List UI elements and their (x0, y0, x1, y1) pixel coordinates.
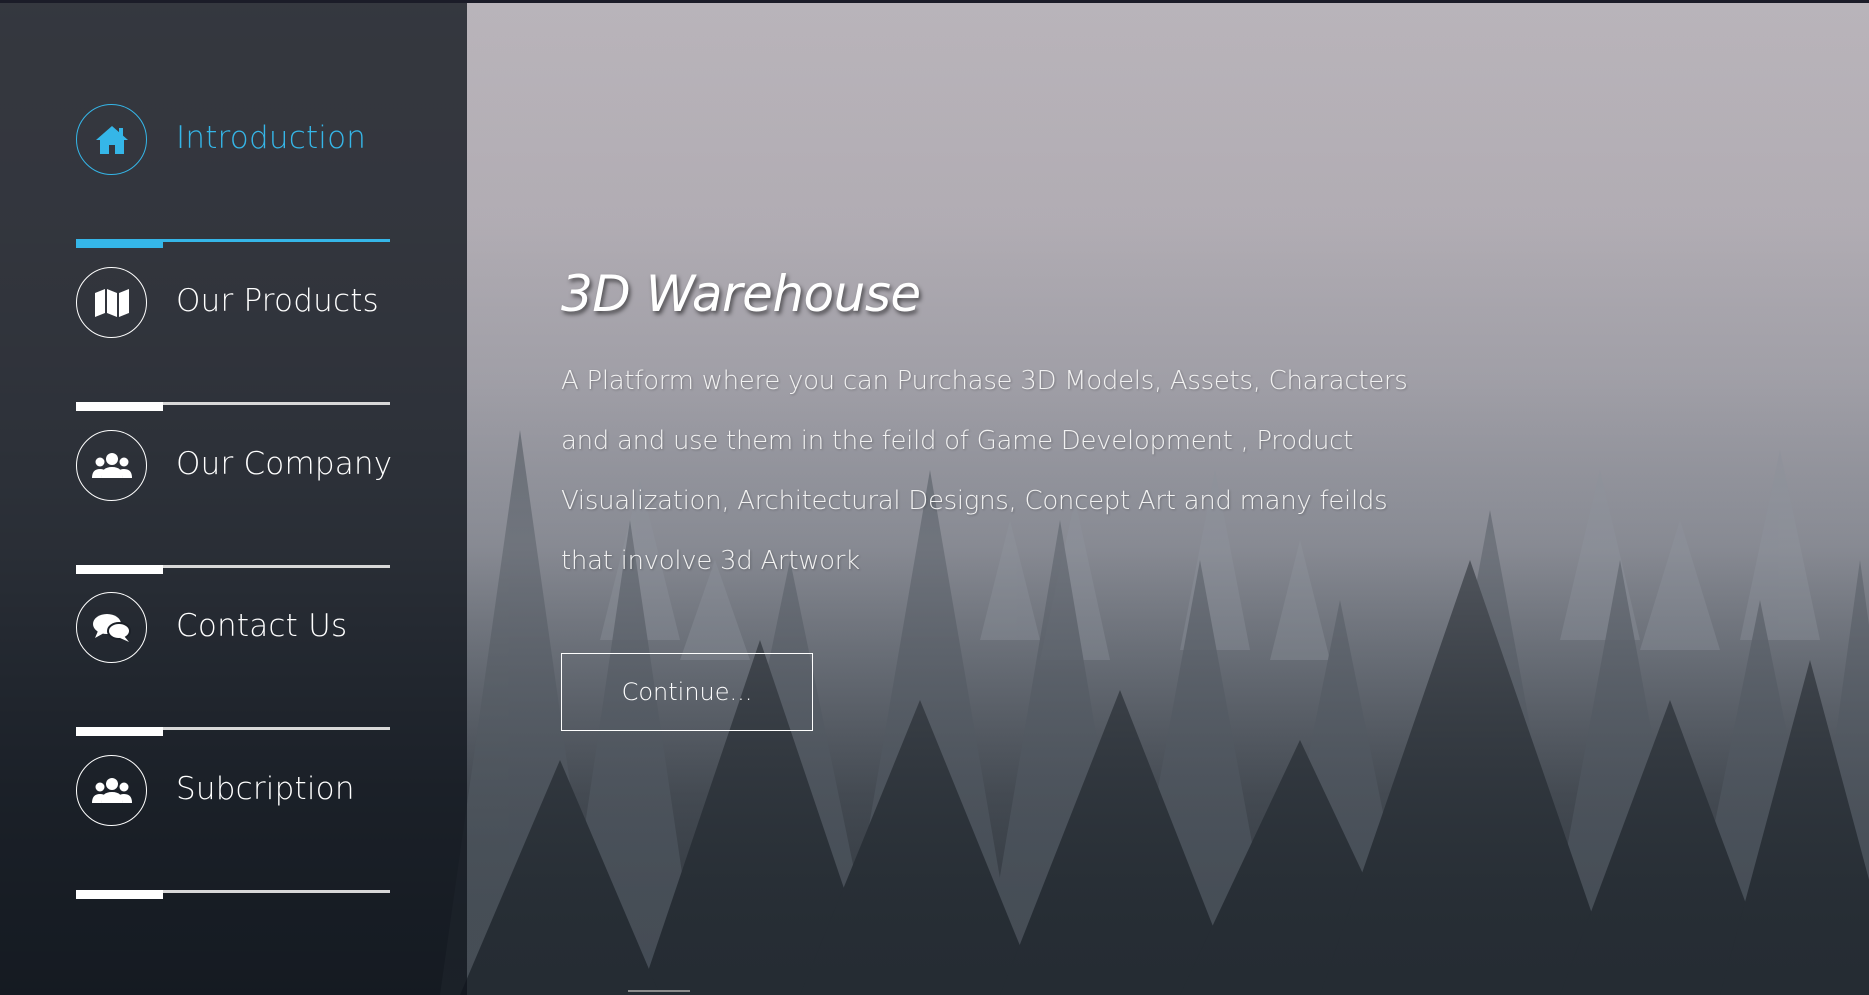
sidebar-item-our-company[interactable]: Our Company (76, 430, 393, 580)
sidebar-item-underline-fill (76, 727, 163, 736)
bottom-scroll-indicator (628, 990, 690, 992)
sidebar-item-label: Our Company (176, 446, 393, 482)
top-strip (0, 0, 1869, 3)
page-title: 3D Warehouse (561, 265, 921, 323)
map-icon (76, 267, 147, 338)
page-description: A Platform where you can Purchase 3D Mod… (561, 366, 1408, 576)
sidebar-item-contact-us[interactable]: Contact Us (76, 592, 391, 742)
sidebar-item-underline-fill (76, 239, 163, 248)
sidebar-item-label: Subcription (176, 771, 355, 807)
chat-bubbles-icon (76, 592, 147, 663)
sidebar-item-underline-fill (76, 890, 163, 899)
sidebar-item-underline-fill (76, 402, 163, 411)
sidebar-item-underline-fill (76, 565, 163, 574)
sidebar-item-label: Our Products (176, 283, 379, 319)
sidebar-item-introduction[interactable]: Introduction (76, 104, 391, 254)
users-icon (76, 755, 147, 826)
sidebar-item-subcription[interactable]: Subcription (76, 755, 391, 905)
sidebar-item-label: Introduction (176, 120, 367, 156)
sidebar-item-label: Contact Us (176, 608, 348, 644)
continue-button[interactable]: Continue... (561, 653, 813, 731)
users-icon (76, 430, 147, 501)
sidebar-nav: Introduction Our Products Our Company Co… (0, 0, 467, 995)
main-content: 3D Warehouse A Platform where you can Pu… (561, 265, 1441, 731)
sidebar-item-our-products[interactable]: Our Products (76, 267, 391, 417)
home-icon (76, 104, 147, 175)
